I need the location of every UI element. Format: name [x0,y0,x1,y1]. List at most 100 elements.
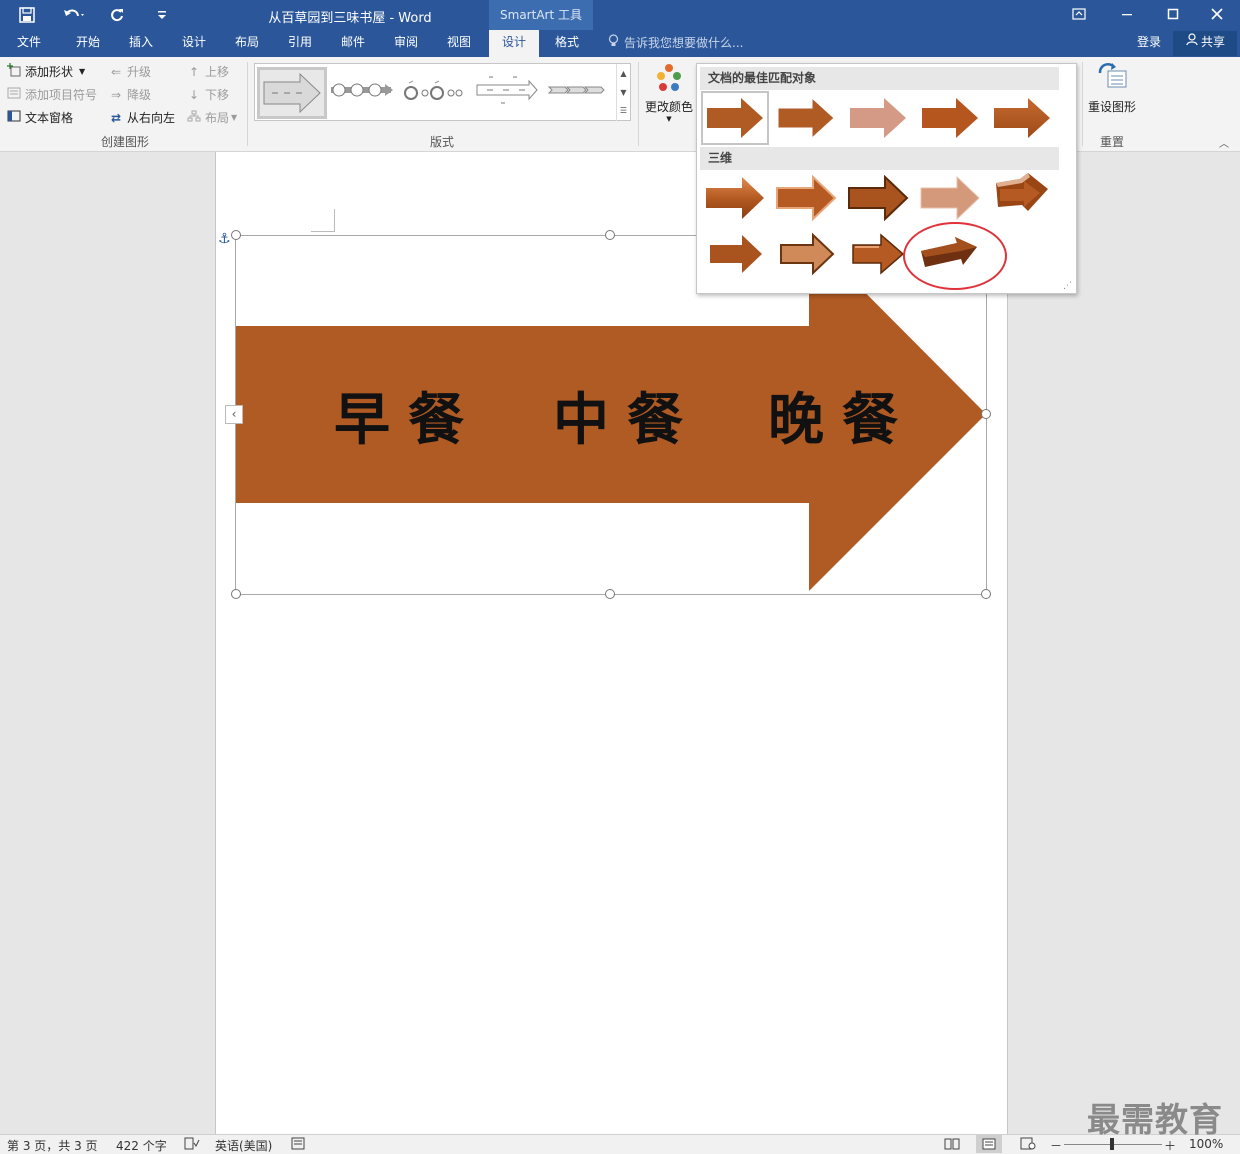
text-pane-button[interactable]: 文本窗格 [6,109,73,126]
add-bullet-icon [6,87,22,102]
word-count[interactable]: 422 个字 [116,1137,167,1154]
reset-graphic-icon [1096,61,1128,96]
sign-in-link[interactable]: 登录 [1137,30,1161,57]
minimize-button[interactable] [1104,0,1150,30]
document-title: 从百草园到三味书屋 - Word [268,11,432,26]
margin-corner-mark [311,209,335,232]
create-graphic-group-label: 创建图形 [100,135,149,149]
macro-record-icon[interactable] [291,1137,305,1153]
title-bar: 从百草园到三味书屋 - Word SmartArt 工具 [0,0,1240,30]
layout-thumb-basic-arrow[interactable] [257,67,327,119]
style-3d-bird-eye[interactable] [772,227,840,281]
tab-mailings[interactable]: 邮件 [330,30,376,57]
arrow-right-icon: ⇒ [110,87,122,102]
tab-references[interactable]: 引用 [277,30,323,57]
layout-thumb-circle-process[interactable] [401,67,471,119]
save-icon[interactable] [14,0,40,30]
group-separator [638,62,639,146]
tab-view[interactable]: 视图 [436,30,482,57]
smartart-tools-label: SmartArt 工具 [489,0,593,30]
ribbon-tab-row: 文件 开始 插入 设计 布局 引用 邮件 审阅 视图 设计 格式 告诉我您想要做… [0,30,1240,57]
promote-button[interactable]: ⇐ 升级 [108,63,151,80]
customize-icon[interactable] [150,0,174,30]
tell-me-box[interactable]: 告诉我您想要做什么... [608,30,743,57]
color-palette-icon [653,63,685,96]
resize-handle[interactable] [231,589,241,599]
style-3d-inset[interactable] [772,171,840,225]
add-bullet-button[interactable]: 添加项目符号 [6,86,97,103]
proofing-icon[interactable] [184,1137,200,1153]
web-layout-icon[interactable] [1020,1137,1036,1153]
tab-smartart-format[interactable]: 格式 [543,30,591,57]
layout-thumb-chevron-process[interactable] [545,67,615,119]
move-up-button[interactable]: ↑ 上移 [186,63,229,80]
anchor-icon: ⚓ [218,231,231,247]
language-indicator[interactable]: 英语(美国) [215,1137,272,1154]
tab-review[interactable]: 审阅 [383,30,429,57]
tab-insert[interactable]: 插入 [118,30,164,57]
share-label: 共享 [1200,35,1225,49]
style-moderate-effect[interactable] [916,91,984,145]
add-shape-icon [6,63,22,80]
resize-handle[interactable] [231,230,241,240]
smartart-item-lunch[interactable]: 中餐 [553,375,701,456]
reset-graphic-button[interactable]: 重设图形 [1086,61,1138,115]
person-icon [1185,31,1201,54]
resize-handle[interactable] [605,589,615,599]
change-colors-button[interactable]: 更改颜色 ▼ [644,63,694,123]
collapse-ribbon-icon[interactable]: ︿ [1219,135,1229,150]
maximize-button[interactable] [1150,0,1196,30]
redo-icon[interactable] [104,0,130,30]
style-intense-effect[interactable] [988,91,1056,145]
page-count[interactable]: 第 3 页，共 3 页 [7,1137,98,1154]
smartart-item-dinner[interactable]: 晚餐 [768,375,916,456]
resize-handle[interactable] [981,409,991,419]
text-pane-toggle-icon[interactable]: ‹ [225,405,243,424]
gallery-scroll-up-icon[interactable]: ▲ [616,64,630,83]
style-3d-flat-scene[interactable] [844,227,912,281]
tab-design[interactable]: 设计 [171,30,217,57]
tab-home[interactable]: 开始 [64,30,112,57]
style-subtle-effect[interactable] [844,91,912,145]
arrow-left-icon: ⇐ [110,64,122,79]
swap-direction-icon: ⇄ [110,110,122,125]
tab-smartart-design[interactable]: 设计 [489,30,539,57]
dropdown-arrow-icon: ▼ [231,113,238,122]
watermark-logo: 最需教育 [1087,1100,1223,1139]
layout-thumb-timeline-arrow[interactable] [473,67,543,119]
highlight-circle [903,222,1007,290]
status-bar: 第 3 页，共 3 页 422 个字 英语(美国) － ＋ 100% [0,1134,1240,1154]
style-simple-fill[interactable] [701,91,769,145]
gallery-scroll-down-icon[interactable]: ▼ [616,83,630,102]
group-separator [1082,62,1083,146]
gallery-expand-icon[interactable]: ☰ [616,102,630,121]
layout-button[interactable]: 布局 ▼ [186,109,237,126]
style-3d-brick-scene[interactable] [988,167,1056,221]
resize-handle[interactable] [605,230,615,240]
ribbon-display-options-icon[interactable] [1056,0,1102,30]
layouts-gallery[interactable]: ▲ ▼ ☰ [254,63,631,121]
read-mode-icon[interactable] [944,1137,960,1153]
layout-thumb-circle-arrows[interactable] [329,67,399,119]
close-button[interactable] [1194,0,1240,30]
style-white-outline[interactable] [772,91,840,145]
resize-handle[interactable] [981,589,991,599]
resize-grip-icon[interactable]: ⋰ [1063,281,1072,291]
print-layout-icon[interactable] [976,1135,1002,1153]
style-3d-polished[interactable] [701,171,769,225]
right-to-left-button[interactable]: ⇄ 从右向左 [108,109,175,126]
demote-button[interactable]: ⇒ 降级 [108,86,151,103]
share-button[interactable]: 共享 [1173,31,1237,56]
style-3d-powder[interactable] [916,171,984,225]
undo-icon[interactable] [56,0,92,30]
tab-file[interactable]: 文件 [6,30,52,57]
tab-layout[interactable]: 布局 [224,30,270,57]
text-pane-icon [6,110,22,125]
zoom-out-button[interactable]: － [1050,1137,1062,1154]
style-3d-sunset-scene[interactable] [701,227,769,281]
style-3d-cartoon[interactable] [844,171,912,225]
smartart-item-breakfast[interactable]: 早餐 [334,375,482,456]
add-shape-button[interactable]: 添加形状 ▼ [6,63,85,80]
tell-me-placeholder: 告诉我您想要做什么... [624,36,744,50]
move-down-button[interactable]: ↓ 下移 [186,86,229,103]
